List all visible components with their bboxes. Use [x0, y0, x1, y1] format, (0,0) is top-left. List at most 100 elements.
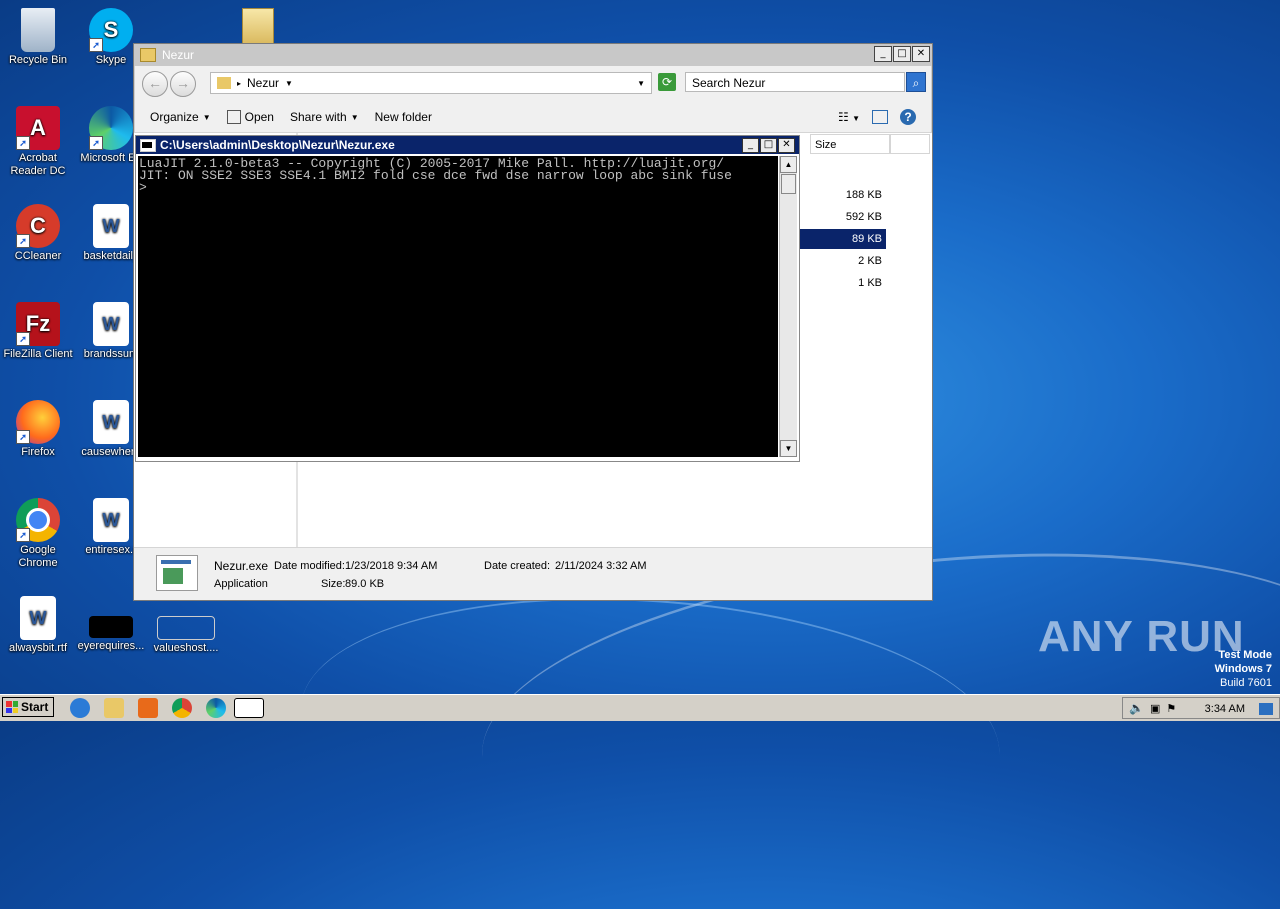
taskbar: Start 🔈 ▣ ⚑ 3:34 AM: [0, 694, 1280, 721]
file-size[interactable]: 1 KB: [800, 273, 886, 293]
word-doc-icon: W: [93, 302, 129, 346]
acrobat-icon: A ➚: [16, 106, 60, 150]
file-size[interactable]: 2 KB: [800, 251, 886, 271]
view-options-icon[interactable]: ☷ ▼: [838, 110, 860, 124]
edge-icon: ➚: [89, 106, 133, 150]
os-watermark-line: Build 7601: [1220, 677, 1272, 689]
preview-pane-icon[interactable]: [872, 110, 888, 124]
explorer-taskbar-icon[interactable]: [104, 698, 124, 718]
word-doc-icon: W: [93, 204, 129, 248]
word-doc-icon: W: [20, 596, 56, 640]
new-folder-button[interactable]: New folder: [367, 110, 440, 124]
ccleaner-icon: C ➚: [16, 204, 60, 248]
start-button[interactable]: Start: [2, 697, 54, 717]
column-header-blank[interactable]: [890, 134, 930, 154]
desktop-icon-valueshost[interactable]: valueshost....: [148, 596, 224, 655]
share-with-label: Share with: [289, 110, 347, 124]
console-scrollbar[interactable]: ▲ ▼: [779, 156, 797, 457]
os-watermark-line: Windows 7: [1214, 663, 1272, 675]
folder-icon: [217, 77, 231, 89]
search-icon[interactable]: ⌕: [906, 72, 926, 92]
desktop-icon-ccleaner[interactable]: C ➚ CCleaner: [0, 204, 76, 263]
scroll-down-arrow[interactable]: ▼: [780, 440, 797, 457]
help-icon[interactable]: ?: [900, 109, 916, 125]
application-icon: [156, 555, 198, 591]
desktop-icon-acrobat[interactable]: A ➚ Acrobat Reader DC: [0, 106, 76, 178]
desktop-icon-firefox[interactable]: ➚ Firefox: [0, 400, 76, 459]
volume-icon[interactable]: 🔈: [1129, 701, 1144, 715]
desktop-icon-filezilla[interactable]: Fz ➚ FileZilla Client: [0, 302, 76, 361]
organize-button[interactable]: Organize ▼: [142, 110, 219, 124]
desktop-icon-chrome[interactable]: ➚ Google Chrome: [0, 498, 76, 570]
details-size: 89.0 KB: [345, 578, 385, 590]
console-line: JIT: ON SSE2 SSE3 SSE4.1 BMI2 fold cse d…: [139, 168, 732, 183]
system-tray: 🔈 ▣ ⚑ 3:34 AM: [1122, 697, 1280, 719]
chevron-down-icon: ▼: [350, 112, 359, 122]
black-file-icon: [89, 616, 133, 638]
chrome-taskbar-icon[interactable]: [172, 698, 192, 718]
show-desktop-icon[interactable]: [1259, 703, 1273, 715]
file-size-selected[interactable]: 89 KB: [800, 229, 886, 249]
open-icon: [226, 110, 241, 124]
scroll-thumb[interactable]: [781, 174, 796, 194]
details-date-created-label: Date created:: [484, 560, 551, 572]
os-watermark: Test Mode Windows 7 Build 7601: [1215, 648, 1272, 690]
close-button[interactable]: ✕: [912, 46, 930, 62]
minimize-button[interactable]: _: [874, 46, 892, 62]
file-size[interactable]: 188 KB: [800, 185, 886, 205]
console-output[interactable]: LuaJIT 2.1.0-beta3 -- Copyright (C) 2005…: [138, 156, 778, 457]
console-window: C:\Users\admin\Desktop\Nezur\Nezur.exe _…: [135, 135, 800, 462]
media-player-icon[interactable]: [138, 698, 158, 718]
address-bar[interactable]: ▸ Nezur ▼ ▼: [210, 72, 652, 94]
column-header-size[interactable]: Size: [810, 134, 890, 154]
desktop-icon-recycle-bin[interactable]: Recycle Bin: [0, 8, 76, 67]
ie-icon[interactable]: [70, 698, 90, 718]
chrome-icon: ➚: [16, 498, 60, 542]
word-doc-icon: W: [93, 498, 129, 542]
skype-icon: S ➚: [89, 8, 133, 52]
console-minimize-button[interactable]: _: [742, 138, 759, 153]
file-size[interactable]: 592 KB: [800, 207, 886, 227]
open-button[interactable]: Open: [219, 110, 282, 124]
share-with-button[interactable]: Share with ▼: [282, 110, 367, 124]
firefox-icon: ➚: [16, 400, 60, 444]
back-button[interactable]: ←: [142, 71, 168, 97]
search-input[interactable]: Search Nezur: [685, 72, 905, 92]
details-date-modified: 1/23/2018 9:34 AM: [345, 560, 438, 572]
address-crumb[interactable]: Nezur: [247, 76, 279, 90]
details-date-created: 2/11/2024 3:32 AM: [555, 560, 647, 572]
maximize-button[interactable]: □: [893, 46, 911, 62]
edge-taskbar-icon[interactable]: [206, 698, 226, 718]
details-type: Application: [214, 578, 268, 590]
forward-button[interactable]: →: [170, 71, 196, 97]
filezilla-icon: Fz ➚: [16, 302, 60, 346]
refresh-button[interactable]: ⟳: [658, 73, 676, 91]
console-close-button[interactable]: ✕: [778, 138, 795, 153]
scroll-up-arrow[interactable]: ▲: [780, 156, 797, 173]
action-center-flag-icon[interactable]: ⚑: [1166, 702, 1176, 715]
network-icon[interactable]: ▣: [1150, 702, 1160, 715]
recycle-bin-icon: [21, 8, 55, 52]
os-watermark-line: Test Mode: [1218, 649, 1272, 661]
folder-icon: [140, 48, 156, 62]
console-prompt: >: [139, 180, 147, 195]
console-title: C:\Users\admin\Desktop\Nezur\Nezur.exe: [160, 138, 395, 152]
blank-file-icon: [157, 616, 215, 640]
explorer-titlebar[interactable]: Nezur: [134, 44, 932, 66]
console-maximize-button[interactable]: □: [760, 138, 777, 153]
clock[interactable]: 3:34 AM: [1205, 698, 1245, 720]
new-folder-label: New folder: [374, 110, 432, 124]
details-filename: Nezur.exe: [214, 559, 269, 573]
chevron-down-icon[interactable]: ▼: [285, 79, 293, 88]
desktop-icon-eyerequires[interactable]: eyerequires...: [73, 596, 149, 653]
details-date-modified-label: Date modified:: [274, 560, 345, 572]
folder-icon[interactable]: [242, 8, 274, 46]
desktop-icon-alwaysbit[interactable]: W alwaysbit.rtf: [0, 596, 76, 655]
console-taskbar-button[interactable]: [234, 698, 264, 718]
address-history-dropdown[interactable]: ▼: [637, 79, 645, 88]
word-doc-icon: W: [93, 400, 129, 444]
console-icon: [140, 138, 156, 152]
open-label: Open: [244, 110, 274, 124]
details-size-label: Size:: [321, 578, 346, 590]
console-titlebar[interactable]: C:\Users\admin\Desktop\Nezur\Nezur.exe: [136, 136, 799, 154]
